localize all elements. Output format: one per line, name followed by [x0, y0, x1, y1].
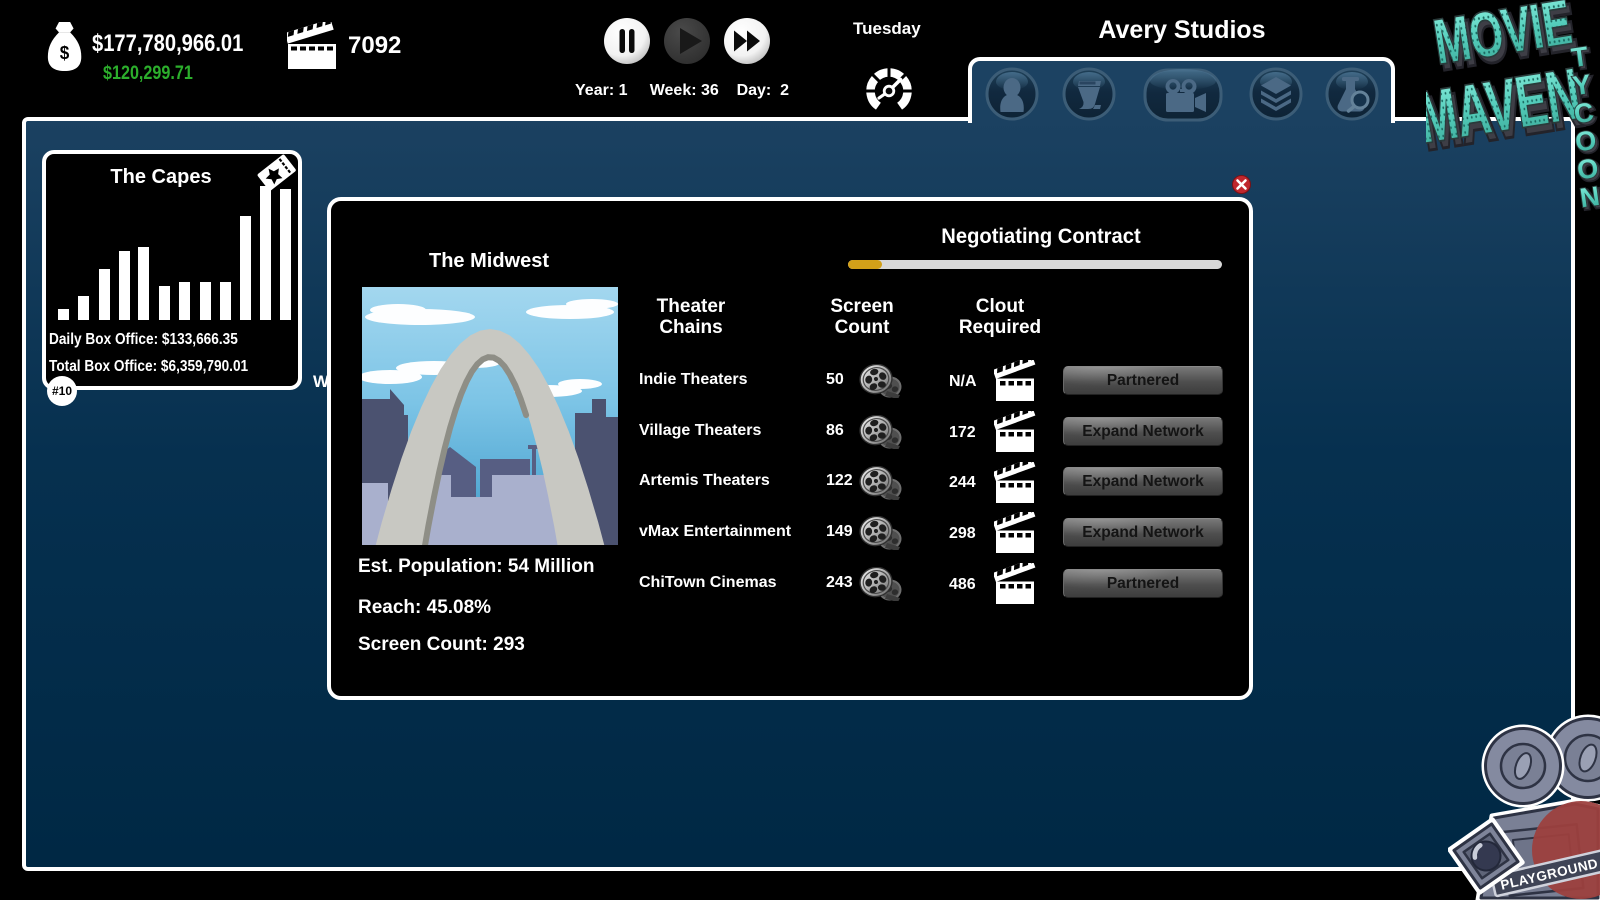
svg-text:N: N [1578, 181, 1600, 213]
svg-text:$: $ [60, 42, 70, 63]
